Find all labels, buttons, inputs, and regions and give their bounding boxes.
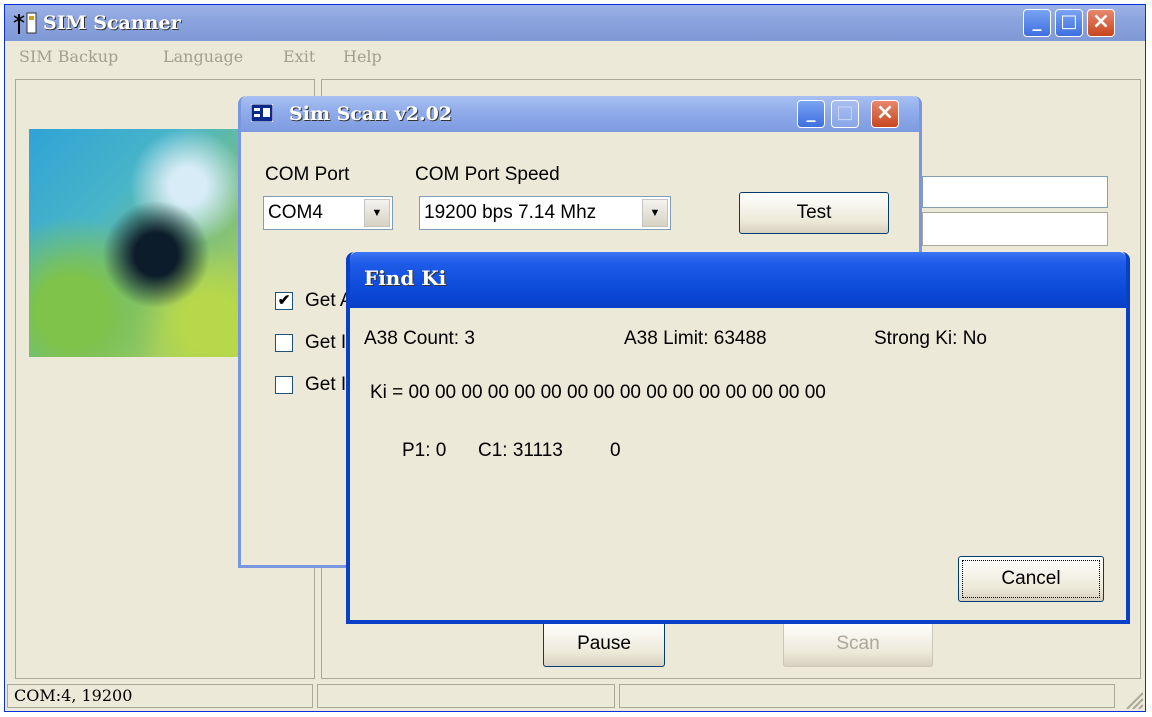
strong-ki: Strong Ki: No	[874, 328, 987, 349]
menu-help[interactable]: Help	[343, 47, 382, 66]
simscan-close-button[interactable]: ×	[871, 100, 899, 128]
menu-exit[interactable]: Exit	[283, 47, 315, 66]
status-cell-3	[619, 684, 1115, 708]
chevron-down-icon[interactable]: ▼	[642, 199, 668, 227]
a38-limit: A38 Limit: 63488	[624, 328, 767, 349]
check-get-i-2[interactable]	[275, 376, 293, 394]
info-field-2[interactable]	[922, 212, 1108, 246]
findki-titlebar[interactable]: Find Ki	[350, 252, 1126, 308]
minimize-icon: _	[806, 102, 816, 123]
close-icon: ×	[1091, 9, 1111, 34]
maximize-icon: □	[1060, 11, 1078, 32]
maximize-button[interactable]: □	[1055, 9, 1083, 37]
dialog-app-icon	[251, 104, 273, 122]
status-bar: COM:4, 19200	[5, 681, 1145, 711]
pause-button[interactable]: Pause	[543, 621, 665, 667]
simscan-titlebar[interactable]: Sim Scan v2.02 _ □ ×	[241, 96, 919, 132]
com-speed-label: COM Port Speed	[415, 164, 560, 185]
info-field-1	[922, 176, 1108, 208]
status-cell-2	[317, 684, 615, 708]
simscan-title: Sim Scan v2.02	[289, 103, 453, 125]
close-button[interactable]: ×	[1087, 9, 1115, 37]
com-port-label: COM Port	[265, 164, 350, 185]
cancel-button[interactable]: Cancel	[958, 556, 1104, 602]
minimize-icon: _	[1032, 11, 1042, 32]
p1-value: P1: 0	[402, 440, 447, 461]
scan-button[interactable]: Scan	[783, 621, 933, 667]
com-speed-select[interactable]: 19200 bps 7.14 Mhz ▼	[419, 196, 671, 230]
c1-value: C1: 31113	[478, 440, 563, 461]
menubar: SIM Backup Language Exit Help	[5, 41, 1145, 71]
status-port: COM:4, 19200	[7, 684, 313, 708]
menu-language[interactable]: Language	[163, 47, 243, 66]
minimize-button[interactable]: _	[1023, 9, 1051, 37]
com-speed-value: 19200 bps 7.14 Mhz	[424, 202, 597, 223]
close-icon: ×	[875, 100, 895, 125]
chevron-down-icon[interactable]: ▼	[364, 199, 390, 227]
main-title: SIM Scanner	[43, 12, 181, 34]
resize-grip-icon[interactable]	[1121, 687, 1143, 709]
check-get-i-2-label: Get I	[305, 374, 347, 395]
satellite-dish-image	[29, 129, 241, 357]
simscan-minimize-button[interactable]: _	[797, 100, 825, 128]
ki-value: Ki = 00 00 00 00 00 00 00 00 00 00 00 00…	[370, 382, 826, 403]
test-button[interactable]: Test	[739, 192, 889, 234]
find-ki-dialog: Find Ki A38 Count: 3 A38 Limit: 63488 St…	[346, 252, 1130, 624]
check-get-i-1-label: Get I	[305, 332, 347, 353]
main-titlebar[interactable]: SIM Scanner _ □ ×	[5, 5, 1145, 41]
maximize-icon: □	[836, 102, 854, 123]
findki-title: Find Ki	[364, 266, 447, 290]
check-get-i-1[interactable]	[275, 334, 293, 352]
a38-count: A38 Count: 3	[364, 328, 475, 349]
com-port-select[interactable]: COM4 ▼	[263, 196, 393, 230]
com-port-value: COM4	[268, 202, 323, 223]
menu-sim-backup[interactable]: SIM Backup	[19, 47, 118, 66]
simscan-maximize-button: □	[831, 100, 859, 128]
antenna-card-icon	[13, 12, 37, 34]
check-get-a[interactable]: ✔	[275, 292, 293, 310]
extra-value: 0	[610, 440, 621, 461]
